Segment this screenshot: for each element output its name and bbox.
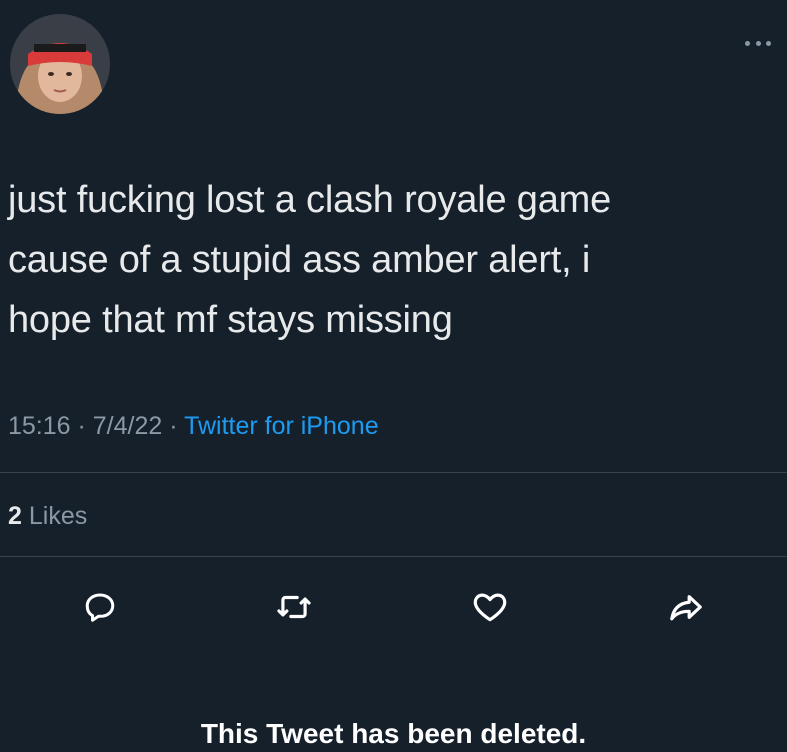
divider xyxy=(0,472,787,473)
like-button[interactable] xyxy=(468,585,512,629)
tweet-meta: 15:16 · 7/4/22 · Twitter for iPhone xyxy=(8,412,379,441)
reply-icon xyxy=(85,593,115,622)
likes-label: Likes xyxy=(28,502,88,530)
retweet-icon xyxy=(277,595,311,619)
tweet-source-link[interactable]: Twitter for iPhone xyxy=(184,412,379,440)
reply-button[interactable] xyxy=(78,585,122,629)
meta-separator: · xyxy=(162,412,185,440)
avatar[interactable] xyxy=(10,14,110,114)
likes-stat[interactable]: 2 Likes xyxy=(8,502,87,531)
share-button[interactable] xyxy=(664,585,708,629)
tweet-time[interactable]: 15:16 xyxy=(8,412,71,440)
more-horizontal-icon xyxy=(745,40,750,46)
tweet-text: just fucking lost a clash royale game ca… xyxy=(8,170,768,350)
tweet-text-line: hope that mf stays missing xyxy=(8,299,453,341)
tweet-text-line: just fucking lost a clash royale game xyxy=(8,179,612,221)
tweet-text-line: cause of a stupid ass amber alert, i xyxy=(8,239,591,281)
meta-separator: · xyxy=(70,412,93,440)
divider xyxy=(0,556,787,557)
share-icon xyxy=(670,595,702,621)
avatar-image xyxy=(10,14,110,114)
tweet-date[interactable]: 7/4/22 xyxy=(93,412,163,440)
more-options-button[interactable] xyxy=(745,38,771,48)
likes-count: 2 xyxy=(8,502,22,530)
deleted-caption: This Tweet has been deleted. xyxy=(200,718,587,749)
heart-icon xyxy=(473,593,507,622)
retweet-button[interactable] xyxy=(272,585,316,629)
